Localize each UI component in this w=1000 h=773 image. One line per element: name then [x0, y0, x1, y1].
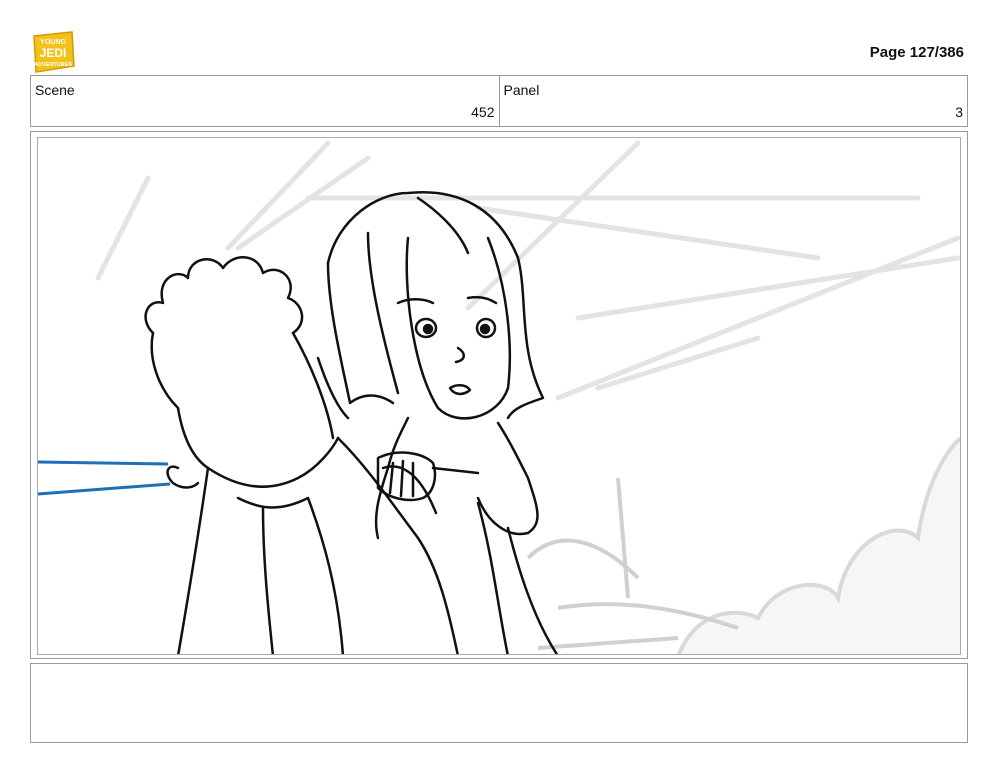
storyboard-panel-frame [30, 131, 968, 659]
panel-number: 3 [955, 104, 963, 120]
svg-text:JEDI: JEDI [40, 46, 67, 60]
svg-text:YOUNG: YOUNG [40, 39, 66, 46]
background-sky-lines [95, 140, 960, 401]
scene-number: 452 [471, 104, 495, 120]
storyboard-drawing [37, 137, 961, 655]
svg-text:ADVENTURES: ADVENTURES [34, 62, 72, 68]
scene-label: Scene [35, 82, 75, 98]
panel-cell: Panel 3 [498, 76, 968, 126]
page-number: Page 127/386 [869, 44, 964, 61]
panel-label: Panel [503, 82, 540, 98]
panel-notes-box [30, 663, 968, 743]
show-logo: YOUNG JEDI ADVENTURES [30, 30, 76, 74]
girl-character [326, 191, 559, 654]
blue-motion-lines [38, 460, 171, 496]
scene-panel-header: Scene 452 Panel 3 [30, 75, 968, 127]
scene-cell: Scene 452 [31, 76, 499, 126]
